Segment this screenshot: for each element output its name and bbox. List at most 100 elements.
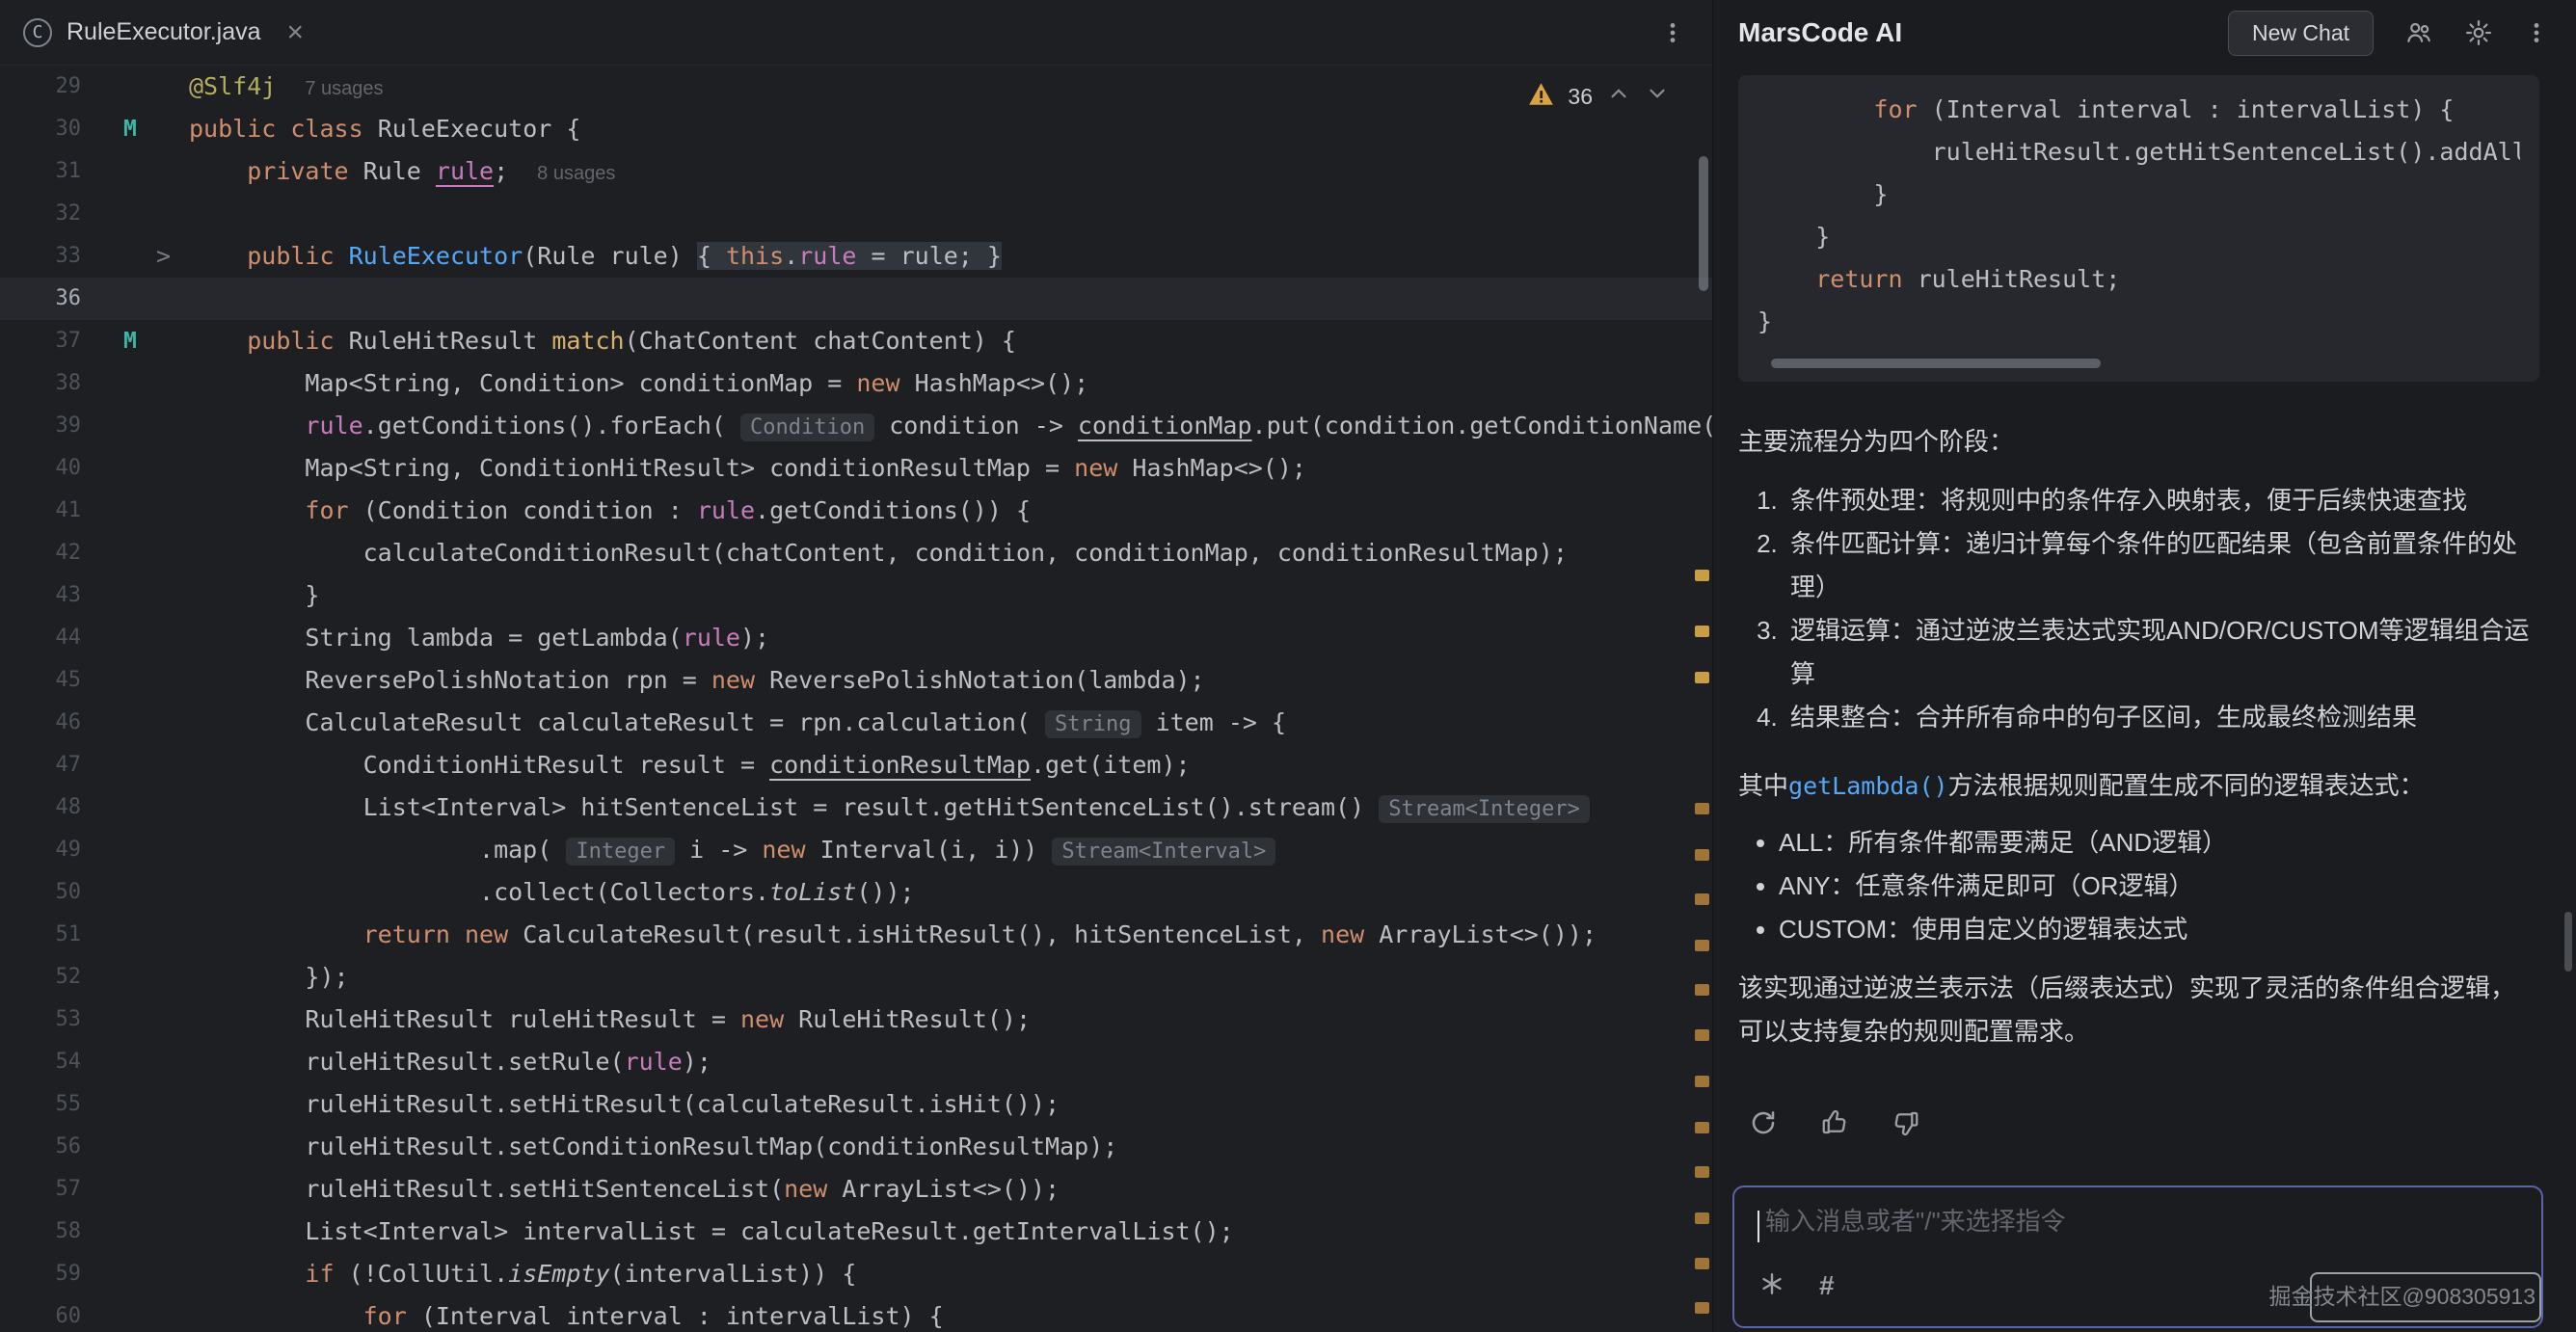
method-marker-icon[interactable]: M (123, 108, 137, 150)
regenerate-button[interactable] (1740, 1102, 1786, 1144)
code-text[interactable]: Map<String, ConditionHitResult> conditio… (189, 447, 1712, 490)
panel-scrollbar-thumb[interactable] (2564, 912, 2572, 972)
prev-warning-icon[interactable] (1606, 81, 1631, 112)
code-text[interactable]: ruleHitResult.setRule(rule); (189, 1041, 1712, 1083)
code-text[interactable]: ruleHitResult.setHitResult(calculateResu… (189, 1083, 1712, 1126)
line-number[interactable]: 47 (0, 744, 81, 786)
editor-line[interactable]: 58 List<Interval> intervalList = calcula… (0, 1211, 1712, 1253)
next-warning-icon[interactable] (1645, 81, 1670, 112)
editor-line[interactable]: 38 Map<String, Condition> conditionMap =… (0, 362, 1712, 405)
line-number[interactable]: 46 (0, 702, 81, 744)
editor-line[interactable]: 57 ruleHitResult.setHitSentenceList(new … (0, 1168, 1712, 1211)
line-number[interactable]: 51 (0, 914, 81, 956)
users-icon[interactable] (2404, 18, 2433, 47)
line-number[interactable]: 37 (0, 320, 81, 362)
line-number[interactable]: 45 (0, 659, 81, 702)
editor-line[interactable]: 56 ruleHitResult.setConditionResultMap(c… (0, 1126, 1712, 1168)
line-number[interactable]: 56 (0, 1126, 81, 1168)
editor-line[interactable]: 45 ReversePolishNotation rpn = new Rever… (0, 659, 1712, 702)
warning-stripe-mark[interactable] (1695, 626, 1709, 637)
editor-line[interactable]: 52 }); (0, 956, 1712, 999)
code-text[interactable]: String lambda = getLambda(rule); (189, 617, 1712, 659)
warning-stripe-mark[interactable] (1695, 1122, 1709, 1133)
code-text[interactable]: calculateConditionResult(chatContent, co… (189, 532, 1712, 574)
line-number[interactable]: 30 (0, 108, 81, 150)
editor-line[interactable]: 36 (0, 278, 1712, 320)
warning-stripe-mark[interactable] (1695, 672, 1709, 683)
editor-line[interactable]: 41 for (Condition condition : rule.getCo… (0, 490, 1712, 532)
code-hscrollbar-thumb[interactable] (1771, 359, 2101, 368)
code-text[interactable]: List<Interval> intervalList = calculateR… (189, 1211, 1712, 1253)
code-text[interactable] (189, 278, 1712, 320)
commands-icon[interactable] (1759, 1271, 1784, 1301)
line-number[interactable]: 48 (0, 786, 81, 829)
warning-stripe-mark[interactable] (1695, 849, 1709, 861)
warning-stripe-mark[interactable] (1695, 893, 1709, 905)
editor-line[interactable]: 48 List<Interval> hitSentenceList = resu… (0, 786, 1712, 829)
line-number[interactable]: 50 (0, 871, 81, 914)
editor-line[interactable]: 42 calculateConditionResult(chatContent,… (0, 532, 1712, 574)
line-number[interactable]: 49 (0, 829, 81, 871)
code-text[interactable]: public RuleHitResult match(ChatContent c… (189, 320, 1712, 362)
line-number[interactable]: 40 (0, 447, 81, 490)
context-hash-icon[interactable]: # (1819, 1270, 1835, 1301)
thumbs-down-button[interactable] (1883, 1102, 1929, 1144)
line-number[interactable]: 33 (0, 235, 81, 278)
code-text[interactable]: if (!CollUtil.isEmpty(intervalList)) { (189, 1253, 1712, 1295)
editor-scrollbar-thumb[interactable] (1699, 156, 1708, 291)
editor-line[interactable]: 40 Map<String, ConditionHitResult> condi… (0, 447, 1712, 490)
code-text[interactable]: }); (189, 956, 1712, 999)
editor-line[interactable]: 32 (0, 193, 1712, 235)
file-tab[interactable]: C RuleExecutor.java × (23, 18, 304, 47)
code-text[interactable]: List<Interval> hitSentenceList = result.… (189, 786, 1712, 829)
line-number[interactable]: 55 (0, 1083, 81, 1126)
chat-input[interactable] (1765, 1207, 2412, 1237)
editor-line[interactable]: 60 for (Interval interval : intervalList… (0, 1295, 1712, 1332)
warning-stripe-mark[interactable] (1695, 1166, 1709, 1178)
code-text[interactable]: CalculateResult calculateResult = rpn.ca… (189, 702, 1712, 744)
code-text[interactable]: ReversePolishNotation rpn = new ReverseP… (189, 659, 1712, 702)
code-text[interactable]: ruleHitResult.setConditionResultMap(cond… (189, 1126, 1712, 1168)
gear-icon[interactable] (2464, 18, 2493, 47)
editor-line[interactable]: 54 ruleHitResult.setRule(rule); (0, 1041, 1712, 1083)
code-text[interactable]: rule.getConditions().forEach( Condition … (189, 405, 1712, 447)
warning-stripe-mark[interactable] (1695, 1076, 1709, 1087)
code-text[interactable]: } (189, 574, 1712, 617)
thumbs-up-button[interactable] (1811, 1102, 1858, 1144)
code-text[interactable]: .collect(Collectors.toList()); (189, 871, 1712, 914)
line-number[interactable]: 31 (0, 150, 81, 193)
code-text[interactable]: Map<String, Condition> conditionMap = ne… (189, 362, 1712, 405)
editor-line[interactable]: 51 return new CalculateResult(result.isH… (0, 914, 1712, 956)
code-text[interactable]: private Rule rule;8 usages (189, 150, 1712, 193)
code-text[interactable]: ruleHitResult.setHitSentenceList(new Arr… (189, 1168, 1712, 1211)
editor-line[interactable]: 37M public RuleHitResult match(ChatConte… (0, 320, 1712, 362)
line-number[interactable]: 39 (0, 405, 81, 447)
editor-line[interactable]: 44 String lambda = getLambda(rule); (0, 617, 1712, 659)
line-number[interactable]: 44 (0, 617, 81, 659)
editor-line[interactable]: 53 RuleHitResult ruleHitResult = new Rul… (0, 999, 1712, 1041)
code-text[interactable]: public class RuleExecutor { (189, 108, 1712, 150)
warning-stripe-mark[interactable] (1695, 1029, 1709, 1041)
code-text[interactable]: for (Interval interval : intervalList) { (189, 1295, 1712, 1332)
warning-stripe-mark[interactable] (1695, 1212, 1709, 1224)
line-number[interactable]: 29 (0, 66, 81, 108)
fold-chevron-icon[interactable]: > (156, 235, 171, 278)
warning-stripe-mark[interactable] (1695, 1258, 1709, 1269)
line-number[interactable]: 54 (0, 1041, 81, 1083)
editor-line[interactable]: 43 } (0, 574, 1712, 617)
line-number[interactable]: 43 (0, 574, 81, 617)
code-editor[interactable]: 29@Slf4j7 usages30Mpublic class RuleExec… (0, 66, 1712, 1332)
line-number[interactable]: 57 (0, 1168, 81, 1211)
warning-stripe-mark[interactable] (1695, 1302, 1709, 1314)
editor-line[interactable]: 47 ConditionHitResult result = condition… (0, 744, 1712, 786)
code-text[interactable] (189, 193, 1712, 235)
panel-menu-icon[interactable] (2524, 18, 2549, 47)
line-number[interactable]: 32 (0, 193, 81, 235)
editor-line[interactable]: 59 if (!CollUtil.isEmpty(intervalList)) … (0, 1253, 1712, 1295)
editor-line[interactable]: 55 ruleHitResult.setHitResult(calculateR… (0, 1083, 1712, 1126)
editor-options-icon[interactable] (1660, 18, 1685, 47)
line-number[interactable]: 42 (0, 532, 81, 574)
line-number[interactable]: 52 (0, 956, 81, 999)
editor-line[interactable]: 49 .map( Integer i -> new Interval(i, i)… (0, 829, 1712, 871)
warning-stripe-mark[interactable] (1695, 803, 1709, 814)
